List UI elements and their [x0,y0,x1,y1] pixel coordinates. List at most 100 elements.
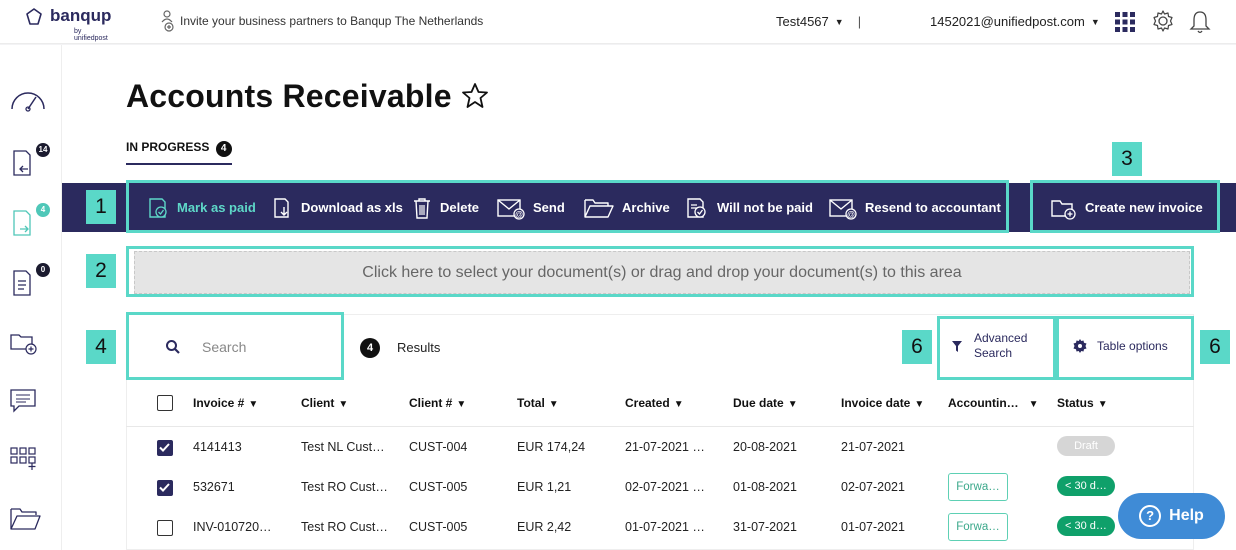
main-content: Accounts Receivable IN PROGRESS 4 Mark a… [62,45,1236,550]
cell-due-date: 31-07-2021 [733,520,797,534]
cell-client-number: CUST-005 [409,520,468,534]
bell-icon[interactable] [1189,9,1211,35]
filter-icon[interactable]: ▼ [456,399,466,410]
cell-client: Test RO Cust… [301,520,388,534]
invite-user-icon [161,10,174,32]
chevron-down-icon: ▼ [834,17,844,27]
column-header-accounting[interactable]: Accountin… ▼ [948,396,1039,410]
orders-badge: 0 [36,263,50,277]
apps-add-icon [10,447,36,470]
annotation-number: 6 [1200,330,1230,364]
cell-invoice: INV-010720… [193,520,272,534]
sidebar-item-orders[interactable]: 0 [8,263,50,301]
column-label: Accountin… [948,396,1019,410]
outgoing-badge: 4 [36,203,50,217]
highlight-create-invoice [1030,180,1220,233]
table-header: Invoice # ▼ Client ▼ Client # ▼ Total ▼ Crea… [126,381,1194,427]
table-row[interactable]: 4141413 Test NL Cust… CUST-004 EUR 174,2… [126,428,1194,468]
gear-icon[interactable] [1151,9,1175,33]
favorite-star-icon[interactable] [460,81,490,111]
incoming-document-icon [13,150,31,176]
results-count-badge: 4 [360,338,380,358]
invite-partners-link[interactable]: Invite your business partners to Banqup … [160,10,483,32]
page-title: Accounts Receivable [126,78,452,114]
filter-icon[interactable]: ▼ [674,399,684,410]
cell-client-number: CUST-004 [409,440,468,454]
column-label: Created [625,396,670,410]
highlight-dropzone [126,246,1194,297]
filter-icon[interactable]: ▼ [248,399,258,410]
annotation-number: 3 [1112,142,1142,176]
row-checkbox[interactable] [157,480,173,496]
folder-add-icon [10,334,37,355]
column-header-client-number[interactable]: Client # ▼ [409,396,466,410]
tab-label: IN PROGRESS [126,140,210,154]
user-menu[interactable]: 1452021@unifiedpost.com ▼ [930,14,1100,29]
forward-button[interactable]: Forwa… [948,513,1008,541]
cell-invoice-date: 02-07-2021 [841,480,905,494]
sidebar-item-dashboard[interactable] [8,85,48,119]
highlight-advanced-search [937,316,1056,380]
company-name: Test4567 [776,14,829,29]
status-badge: < 30 d… [1057,516,1115,536]
sidebar-item-apps[interactable] [8,443,48,477]
chevron-down-icon: ▼ [1090,17,1100,27]
row-checkbox[interactable] [157,520,173,536]
row-checkbox[interactable] [157,440,173,456]
table-row[interactable]: 532671 Test RO Cust… CUST-005 EUR 1,21 0… [126,468,1194,508]
column-header-invoice-date[interactable]: Invoice date ▼ [841,396,924,410]
column-label: Total [517,396,545,410]
tab-in-progress[interactable]: IN PROGRESS 4 [126,140,232,165]
check-icon [159,483,170,492]
column-label: Client # [409,396,453,410]
cell-created: 02-07-2021 … [625,480,705,494]
column-label: Invoice # [193,396,245,410]
filter-icon[interactable]: ▼ [549,399,559,410]
sidebar-item-archive[interactable] [8,503,48,537]
banqup-logo[interactable]: banqup by unifiedpost [24,7,111,42]
sidebar-item-add-folder[interactable] [8,327,48,361]
filter-icon[interactable]: ▼ [1098,399,1108,410]
sidebar: 14 4 0 [0,45,62,550]
invite-text: Invite your business partners to Banqup … [180,14,484,28]
column-header-created[interactable]: Created ▼ [625,396,684,410]
cell-client-number: CUST-005 [409,480,468,494]
top-bar: banqup by unifiedpost Invite your busine… [0,0,1236,44]
cell-total: EUR 1,21 [517,480,572,494]
sidebar-item-outgoing[interactable]: 4 [8,203,50,241]
cell-due-date: 01-08-2021 [733,480,797,494]
incoming-badge: 14 [36,143,50,157]
annotation-number: 2 [86,254,116,288]
table-row[interactable]: INV-010720… Test RO Cust… CUST-005 EUR 2… [126,508,1194,548]
cell-created: 21-07-2021 … [625,440,705,454]
cell-client: Test RO Cust… [301,480,388,494]
column-header-total[interactable]: Total ▼ [517,396,559,410]
company-selector[interactable]: Test4567 ▼ | [776,14,861,29]
column-header-client[interactable]: Client ▼ [301,396,348,410]
filter-icon[interactable]: ▼ [1029,399,1039,410]
cell-client: Test NL Cust… [301,440,385,454]
gauge-icon [11,92,45,112]
results-label: Results [397,340,441,355]
outgoing-document-icon [13,210,31,236]
select-all-checkbox[interactable] [157,395,173,411]
column-header-invoice[interactable]: Invoice # ▼ [193,396,258,410]
annotation-number: 4 [86,330,116,364]
filter-icon[interactable]: ▼ [788,399,798,410]
cell-total: EUR 174,24 [517,440,586,454]
column-header-due-date[interactable]: Due date ▼ [733,396,798,410]
column-label: Status [1057,396,1094,410]
filter-icon[interactable]: ▼ [338,399,348,410]
sidebar-item-messages[interactable] [8,385,48,419]
forward-button[interactable]: Forwa… [948,473,1008,501]
apps-grid-icon[interactable] [1114,11,1136,33]
help-button[interactable]: ? Help [1118,493,1225,539]
annotation-number: 1 [86,190,116,224]
filter-icon[interactable]: ▼ [914,399,924,410]
column-header-status[interactable]: Status ▼ [1057,396,1108,410]
help-label: Help [1169,507,1204,524]
column-label: Invoice date [841,396,911,410]
document-list-icon [13,270,31,296]
sidebar-item-incoming[interactable]: 14 [8,143,50,181]
help-icon: ? [1139,505,1162,527]
